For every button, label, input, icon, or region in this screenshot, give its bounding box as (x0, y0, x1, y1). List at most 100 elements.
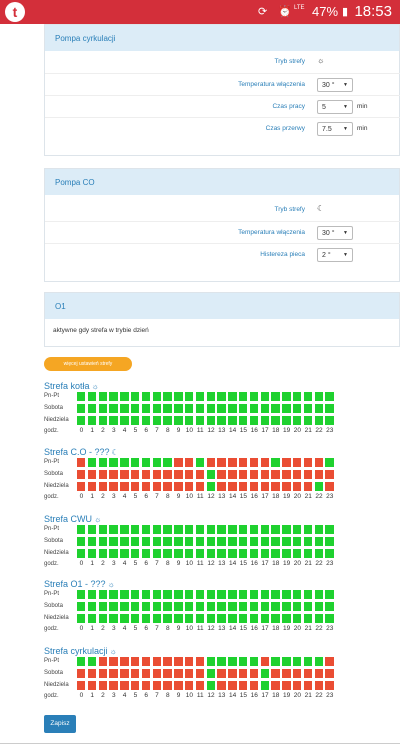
schedule-cell[interactable] (271, 614, 280, 623)
schedule-cell[interactable] (228, 590, 237, 599)
schedule-cell[interactable] (249, 657, 259, 666)
schedule-cell[interactable] (293, 416, 302, 425)
schedule-cell[interactable] (195, 416, 205, 425)
sun-icon[interactable]: ☼ (92, 382, 99, 391)
schedule-cell[interactable] (98, 392, 107, 401)
schedule-cell[interactable] (271, 602, 280, 611)
schedule-cell[interactable] (293, 657, 302, 666)
schedule-cell[interactable] (325, 470, 334, 479)
schedule-cell[interactable] (249, 416, 259, 425)
schedule-cell[interactable] (152, 416, 161, 425)
schedule-cell[interactable] (217, 525, 226, 534)
schedule-cell[interactable] (141, 392, 151, 401)
schedule-cell[interactable] (131, 482, 140, 491)
schedule-cell[interactable] (141, 657, 151, 666)
schedule-cell[interactable] (109, 525, 118, 534)
schedule-cell[interactable] (325, 614, 334, 623)
schedule-cell[interactable] (77, 470, 86, 479)
schedule-cell[interactable] (77, 657, 86, 666)
schedule-cell[interactable] (109, 470, 118, 479)
schedule-cell[interactable] (120, 525, 129, 534)
schedule-cell[interactable] (303, 590, 313, 599)
schedule-cell[interactable] (109, 458, 118, 467)
schedule-cell[interactable] (206, 404, 215, 413)
schedule-cell[interactable] (293, 669, 302, 678)
schedule-cell[interactable] (98, 602, 107, 611)
schedule-cell[interactable] (206, 614, 215, 623)
schedule-cell[interactable] (228, 614, 237, 623)
schedule-cell[interactable] (303, 549, 313, 558)
schedule-cell[interactable] (206, 537, 215, 546)
schedule-cell[interactable] (195, 590, 205, 599)
schedule-cell[interactable] (239, 657, 248, 666)
schedule-cell[interactable] (282, 669, 291, 678)
schedule-cell[interactable] (271, 482, 280, 491)
schedule-cell[interactable] (163, 657, 172, 666)
schedule-cell[interactable] (282, 482, 291, 491)
schedule-cell[interactable] (249, 614, 259, 623)
schedule-cell[interactable] (303, 392, 313, 401)
schedule-cell[interactable] (217, 458, 226, 467)
schedule-cell[interactable] (217, 392, 226, 401)
schedule-cell[interactable] (260, 590, 269, 599)
schedule-cell[interactable] (131, 549, 140, 558)
schedule-cell[interactable] (260, 657, 269, 666)
schedule-cell[interactable] (206, 470, 215, 479)
schedule-cell[interactable] (185, 537, 194, 546)
schedule-cell[interactable] (163, 404, 172, 413)
schedule-cell[interactable] (239, 537, 248, 546)
more-zone-settings-button[interactable]: więcej ustawień strefy (44, 357, 132, 371)
schedule-cell[interactable] (131, 392, 140, 401)
schedule-cell[interactable] (195, 482, 205, 491)
schedule-cell[interactable] (303, 470, 313, 479)
schedule-cell[interactable] (314, 525, 323, 534)
schedule-cell[interactable] (141, 470, 151, 479)
schedule-cell[interactable] (249, 392, 259, 401)
schedule-cell[interactable] (152, 392, 161, 401)
schedule-cell[interactable] (131, 590, 140, 599)
schedule-cell[interactable] (77, 525, 86, 534)
schedule-cell[interactable] (87, 602, 97, 611)
schedule-cell[interactable] (206, 602, 215, 611)
schedule-cell[interactable] (249, 482, 259, 491)
schedule-cell[interactable] (293, 590, 302, 599)
schedule-cell[interactable] (228, 669, 237, 678)
schedule-cell[interactable] (163, 549, 172, 558)
schedule-cell[interactable] (249, 549, 259, 558)
schedule-cell[interactable] (217, 657, 226, 666)
schedule-cell[interactable] (314, 669, 323, 678)
schedule-cell[interactable] (303, 482, 313, 491)
schedule-cell[interactable] (185, 392, 194, 401)
schedule-cell[interactable] (77, 416, 86, 425)
schedule-cell[interactable] (109, 657, 118, 666)
schedule-cell[interactable] (152, 549, 161, 558)
schedule-cell[interactable] (109, 537, 118, 546)
schedule-cell[interactable] (185, 416, 194, 425)
schedule-cell[interactable] (325, 657, 334, 666)
schedule-cell[interactable] (325, 458, 334, 467)
schedule-cell[interactable] (206, 549, 215, 558)
schedule-cell[interactable] (163, 537, 172, 546)
schedule-cell[interactable] (249, 669, 259, 678)
schedule-cell[interactable] (217, 669, 226, 678)
schedule-cell[interactable] (87, 404, 97, 413)
moon-icon[interactable]: ☾ (317, 204, 324, 213)
schedule-cell[interactable] (206, 657, 215, 666)
schedule-cell[interactable] (293, 525, 302, 534)
schedule-cell[interactable] (87, 614, 97, 623)
schedule-cell[interactable] (77, 392, 86, 401)
schedule-cell[interactable] (314, 549, 323, 558)
schedule-cell[interactable] (239, 525, 248, 534)
schedule-cell[interactable] (195, 458, 205, 467)
schedule-cell[interactable] (325, 537, 334, 546)
schedule-cell[interactable] (239, 416, 248, 425)
schedule-cell[interactable] (185, 590, 194, 599)
schedule-cell[interactable] (109, 669, 118, 678)
schedule-cell[interactable] (98, 525, 107, 534)
schedule-cell[interactable] (260, 537, 269, 546)
schedule-cell[interactable] (325, 416, 334, 425)
schedule-cell[interactable] (228, 404, 237, 413)
schedule-cell[interactable] (228, 416, 237, 425)
schedule-cell[interactable] (98, 669, 107, 678)
schedule-cell[interactable] (217, 470, 226, 479)
